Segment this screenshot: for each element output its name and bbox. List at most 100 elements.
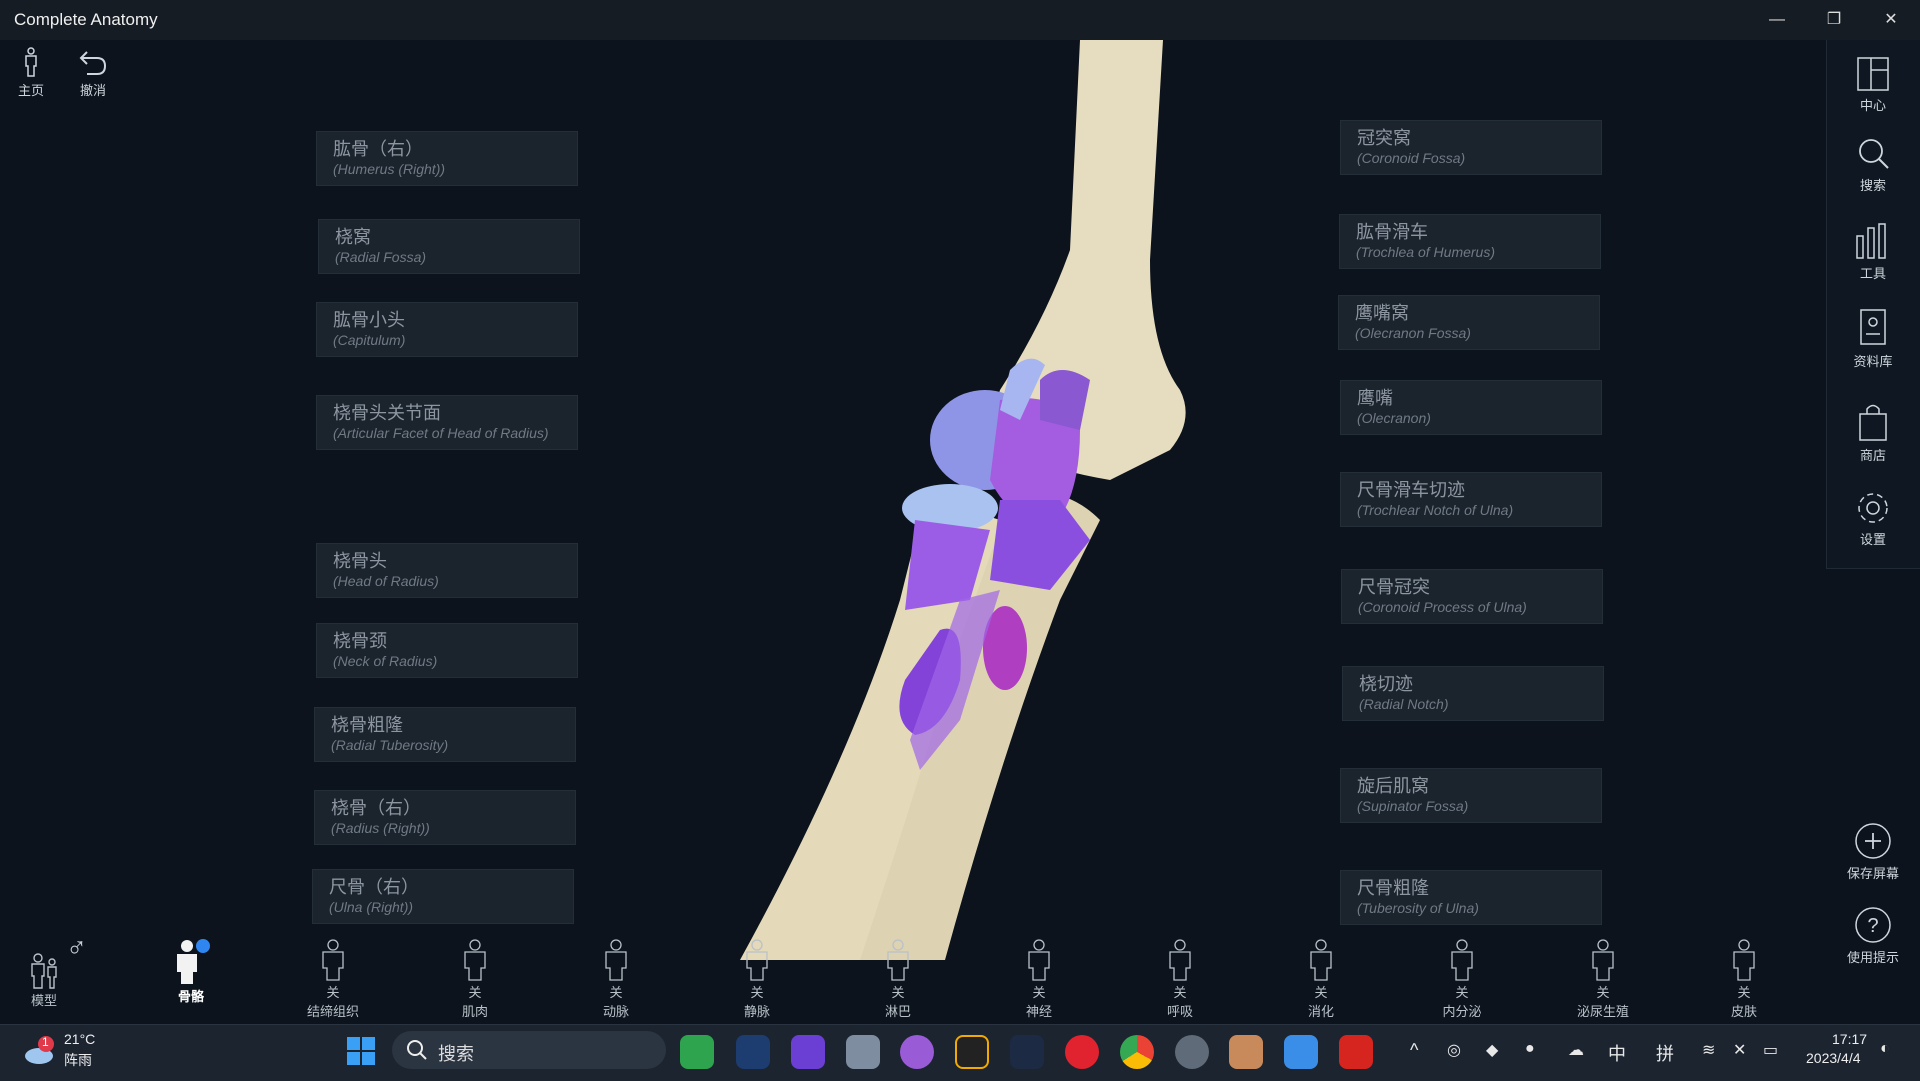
app-tool-icon[interactable] bbox=[846, 1035, 880, 1069]
minimize-button[interactable]: — bbox=[1757, 6, 1797, 34]
notification-icon[interactable]: ◐ bbox=[1880, 1040, 1890, 1058]
label-zh: 尺骨冠突 bbox=[1358, 577, 1430, 597]
label-olecranon[interactable]: 鹰嘴 (Olecranon) bbox=[1340, 380, 1602, 435]
clock-time[interactable]: 17:17 bbox=[1832, 1031, 1867, 1047]
tray-cat-icon[interactable]: ◆ bbox=[1486, 1040, 1498, 1060]
system-label: 静脉 bbox=[743, 1004, 770, 1019]
complete-anatomy-app-icon[interactable] bbox=[1229, 1035, 1263, 1069]
respiratory-icon bbox=[1169, 939, 1191, 981]
ime-language[interactable]: 中 bbox=[1608, 1040, 1626, 1066]
usage-tips-button[interactable]: ? 使用提示 bbox=[1826, 906, 1920, 966]
elbow-bone-model[interactable] bbox=[0, 40, 1920, 1024]
label-en: (Supinator Fossa) bbox=[1357, 798, 1469, 814]
label-head-of-radius[interactable]: 桡骨头 (Head of Radius) bbox=[316, 543, 578, 598]
system-artery[interactable]: 关 动脉 bbox=[580, 938, 652, 1020]
app-game-icon[interactable] bbox=[736, 1035, 770, 1069]
label-capitulum[interactable]: 肱骨小头 (Capitulum) bbox=[316, 302, 578, 357]
label-radial-tuberosity[interactable]: 桡骨粗隆 (Radial Tuberosity) bbox=[314, 707, 576, 762]
tray-app-icon[interactable]: ◎ bbox=[1447, 1040, 1461, 1060]
label-zh: 鹰嘴窝 bbox=[1355, 303, 1409, 323]
restore-button[interactable]: ❐ bbox=[1814, 6, 1854, 34]
wifi-icon[interactable]: ≋ bbox=[1702, 1040, 1715, 1060]
label-zh: 尺骨粗隆 bbox=[1357, 878, 1429, 898]
label-zh: 桡骨粗隆 bbox=[331, 715, 403, 735]
close-button[interactable]: ✕ bbox=[1871, 6, 1911, 34]
nerve-icon bbox=[1028, 939, 1050, 981]
system-skeleton[interactable]: 骨骼 bbox=[155, 938, 227, 1005]
plus-circle-icon bbox=[1855, 823, 1891, 859]
taskbar-search[interactable]: 搜索 bbox=[392, 1031, 666, 1069]
system-toggle-off: 关 bbox=[1596, 985, 1610, 1000]
system-vein[interactable]: 关 静脉 bbox=[721, 938, 793, 1020]
system-endocrine[interactable]: 关 内分泌 bbox=[1426, 938, 1498, 1020]
system-respiratory[interactable]: 关 呼吸 bbox=[1144, 938, 1216, 1020]
system-digestive[interactable]: 关 消化 bbox=[1285, 938, 1357, 1020]
library-icon bbox=[1860, 309, 1886, 345]
label-supinator-fossa[interactable]: 旋后肌窝 (Supinator Fossa) bbox=[1340, 768, 1602, 823]
app-netease-music-icon[interactable] bbox=[1065, 1035, 1099, 1069]
anatomy-viewport[interactable] bbox=[0, 40, 1920, 1024]
settings-app-icon[interactable] bbox=[1175, 1035, 1209, 1069]
app-sheets-icon[interactable] bbox=[680, 1035, 714, 1069]
label-tuberosity-ulna[interactable]: 尺骨粗隆 (Tuberosity of Ulna) bbox=[1340, 870, 1602, 925]
label-radius[interactable]: 桡骨（右） (Radius (Right)) bbox=[314, 790, 576, 845]
tools-label: 工具 bbox=[1859, 266, 1886, 281]
system-nerve[interactable]: 关 神经 bbox=[1003, 938, 1075, 1020]
label-en: (Radial Fossa) bbox=[335, 249, 427, 265]
label-trochlear-notch[interactable]: 尺骨滑车切迹 (Trochlear Notch of Ulna) bbox=[1340, 472, 1602, 527]
system-skin[interactable]: 关 皮肤 bbox=[1708, 938, 1780, 1020]
search-label: 搜索 bbox=[1859, 178, 1886, 193]
system-label: 消化 bbox=[1307, 1004, 1334, 1019]
volume-muted-icon[interactable]: ✕ bbox=[1733, 1040, 1746, 1060]
usage-tips-label: 使用提示 bbox=[1846, 950, 1899, 965]
male-symbol-icon[interactable]: ♂ bbox=[66, 932, 87, 964]
app-league-icon[interactable] bbox=[1010, 1035, 1044, 1069]
label-trochlea[interactable]: 肱骨滑车 (Trochlea of Humerus) bbox=[1339, 214, 1601, 269]
tools-button[interactable]: 工具 bbox=[1826, 222, 1920, 282]
app-crystal-icon[interactable] bbox=[791, 1035, 825, 1069]
system-urogenital[interactable]: 关 泌尿生殖 bbox=[1567, 938, 1639, 1020]
label-coronoid-fossa[interactable]: 冠突窝 (Coronoid Fossa) bbox=[1340, 120, 1602, 175]
store-button[interactable]: 商店 bbox=[1826, 402, 1920, 464]
start-button[interactable] bbox=[346, 1036, 376, 1071]
clock-date[interactable]: 2023/4/4 bbox=[1806, 1050, 1861, 1066]
label-zh: 旋后肌窝 bbox=[1357, 776, 1429, 796]
weather-desc[interactable]: 阵雨 bbox=[64, 1050, 92, 1070]
chrome-icon[interactable] bbox=[1120, 1035, 1154, 1069]
label-ulna[interactable]: 尺骨（右） (Ulna (Right)) bbox=[312, 869, 574, 924]
app-purple-icon[interactable] bbox=[900, 1035, 934, 1069]
system-lymph[interactable]: 关 淋巴 bbox=[862, 938, 934, 1020]
weather-icon[interactable]: 1 bbox=[22, 1034, 56, 1068]
undo-label: 撤消 bbox=[79, 83, 106, 98]
label-olecranon-fossa[interactable]: 鹰嘴窝 (Olecranon Fossa) bbox=[1338, 295, 1600, 350]
library-button[interactable]: 资料库 bbox=[1826, 308, 1920, 370]
onedrive-icon[interactable]: ☁ bbox=[1568, 1040, 1584, 1060]
system-label: 结缔组织 bbox=[306, 1004, 359, 1019]
home-label: 主页 bbox=[17, 83, 44, 98]
tray-chevron-icon[interactable]: ^ bbox=[1410, 1040, 1418, 1061]
home-button[interactable]: 主页 bbox=[3, 46, 59, 99]
label-en: (Humerus (Right)) bbox=[333, 161, 446, 177]
label-coronoid-process[interactable]: 尺骨冠突 (Coronoid Process of Ulna) bbox=[1341, 569, 1603, 624]
label-radial-notch[interactable]: 桡切迹 (Radial Notch) bbox=[1342, 666, 1604, 721]
settings-button[interactable]: 设置 bbox=[1826, 490, 1920, 548]
app-g-icon[interactable] bbox=[955, 1035, 989, 1069]
center-button[interactable]: 中心 bbox=[1826, 56, 1920, 114]
weather-temp[interactable]: 21°C bbox=[64, 1031, 95, 1047]
system-muscle[interactable]: 关 肌肉 bbox=[439, 938, 511, 1020]
ime-mode[interactable]: 拼 bbox=[1656, 1040, 1674, 1066]
label-radial-fossa[interactable]: 桡窝 (Radial Fossa) bbox=[318, 219, 580, 274]
system-connective-tissue[interactable]: 关 结缔组织 bbox=[297, 938, 369, 1020]
label-humerus[interactable]: 肱骨（右） (Humerus (Right)) bbox=[316, 131, 578, 186]
save-screen-button[interactable]: 保存屏幕 bbox=[1826, 822, 1920, 882]
undo-button[interactable]: 撤消 bbox=[65, 46, 121, 99]
battery-icon[interactable]: ▭ bbox=[1763, 1040, 1778, 1060]
acrobat-icon[interactable] bbox=[1339, 1035, 1373, 1069]
label-neck-of-radius[interactable]: 桡骨颈 (Neck of Radius) bbox=[316, 623, 578, 678]
label-zh: 肱骨滑车 bbox=[1356, 222, 1428, 242]
tray-qq-icon[interactable]: ● bbox=[1525, 1040, 1535, 1058]
search-button[interactable]: 搜索 bbox=[1826, 136, 1920, 194]
label-articular-facet-radius[interactable]: 桡骨头关节面 (Articular Facet of Head of Radius… bbox=[316, 395, 578, 450]
system-label: 泌尿生殖 bbox=[1576, 1004, 1629, 1019]
app-paint-icon[interactable] bbox=[1284, 1035, 1318, 1069]
